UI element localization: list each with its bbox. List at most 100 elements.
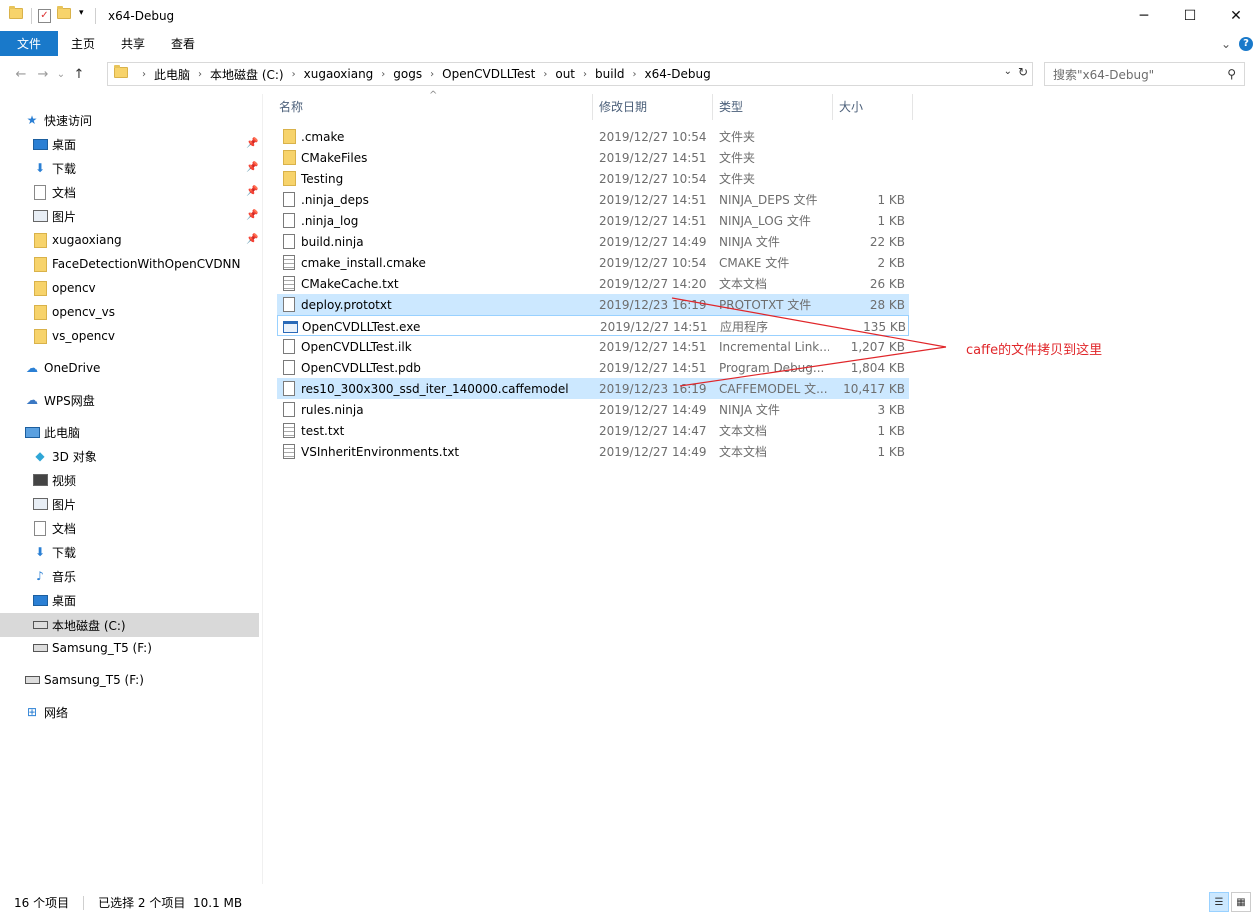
table-row[interactable]: OpenCVDLLTest.pdb 2019/12/27 14:51 Program… bbox=[277, 357, 909, 378]
column-header-type[interactable]: 类型 bbox=[719, 94, 829, 118]
forward-button[interactable]: → bbox=[32, 67, 54, 82]
sidebar-item-opencv[interactable]: opencv bbox=[32, 276, 96, 300]
pin-icon[interactable]: 📌 bbox=[246, 138, 258, 149]
pin-icon[interactable]: 📌 bbox=[246, 186, 258, 197]
sidebar-item-pictures[interactable]: 图片 bbox=[32, 204, 76, 228]
column-header-name[interactable]: 名称 bbox=[279, 94, 589, 118]
video-icon bbox=[32, 472, 48, 488]
sidebar-item-local-disk-c[interactable]: 本地磁盘 (C:) bbox=[0, 613, 259, 637]
file-name: CMakeFiles bbox=[281, 147, 591, 168]
sidebar-item-pc-desktop[interactable]: 桌面 bbox=[32, 588, 76, 612]
details-view-button[interactable]: ☰ bbox=[1209, 892, 1229, 912]
breadcrumb-item[interactable]: gogs bbox=[393, 67, 422, 81]
breadcrumb-item[interactable]: out bbox=[555, 67, 575, 81]
table-row[interactable]: Testing 2019/12/27 10:54 文件夹 bbox=[277, 168, 909, 189]
breadcrumb-item[interactable]: 本地磁盘 (C:) bbox=[210, 66, 284, 83]
table-row[interactable]: .ninja_log 2019/12/27 14:51 NINJA_LOG 文件 1 … bbox=[277, 210, 909, 231]
chevron-right-icon[interactable]: › bbox=[633, 69, 637, 80]
sidebar-item-wps[interactable]: ☁ WPS网盘 bbox=[24, 388, 95, 412]
tab-home[interactable]: 主页 bbox=[58, 31, 108, 56]
sidebar-item-downloads[interactable]: ⬇ 下载 bbox=[32, 156, 76, 180]
sidebar-item-xugaoxiang[interactable]: xugaoxiang bbox=[32, 228, 122, 252]
breadcrumb-item[interactable]: xugaoxiang bbox=[304, 67, 374, 81]
chevron-right-icon[interactable]: › bbox=[430, 69, 434, 80]
sidebar-item-opencv-vs[interactable]: opencv_vs bbox=[32, 300, 115, 324]
table-row[interactable]: CMakeCache.txt 2019/12/27 14:20 文本文档 26 KB bbox=[277, 273, 909, 294]
sidebar-item-this-pc[interactable]: 此电脑 bbox=[24, 420, 80, 444]
back-button[interactable]: ← bbox=[10, 67, 32, 82]
large-icons-view-button[interactable]: ▦ bbox=[1231, 892, 1251, 912]
search-input[interactable]: 搜索"x64-Debug" bbox=[1053, 66, 1154, 83]
tab-file[interactable]: 文件 bbox=[0, 31, 58, 56]
table-row[interactable]: build.ninja 2019/12/27 14:49 NINJA 文件 22 KB bbox=[277, 231, 909, 252]
up-button[interactable]: ↑ bbox=[68, 67, 90, 82]
table-row[interactable]: CMakeFiles 2019/12/27 14:51 文件夹 bbox=[277, 147, 909, 168]
star-icon: ★ bbox=[26, 113, 38, 127]
table-row[interactable]: OpenCVDLLTest.exe 2019/12/27 14:51 应用程序 135… bbox=[277, 315, 909, 336]
table-row[interactable]: VSInheritEnvironments.txt 2019/12/27 14:4… bbox=[277, 441, 909, 462]
table-row[interactable]: res10_300x300_ssd_iter_140000.caffemodel… bbox=[277, 378, 909, 399]
sidebar-item-quick-access[interactable]: ★ 快速访问 bbox=[24, 108, 92, 132]
sidebar-item-3d-objects[interactable]: ◆ 3D 对象 bbox=[32, 444, 96, 468]
table-row[interactable]: deploy.prototxt 2019/12/23 16:19 PROTOTXT … bbox=[277, 294, 909, 315]
sidebar-item-documents[interactable]: 文档 bbox=[32, 180, 76, 204]
chevron-right-icon[interactable]: › bbox=[583, 69, 587, 80]
sidebar-item-pc-downloads[interactable]: ⬇ 下载 bbox=[32, 540, 76, 564]
pin-icon[interactable]: 📌 bbox=[246, 234, 258, 245]
table-row[interactable]: OpenCVDLLTest.ilk 2019/12/27 14:51 Increme… bbox=[277, 336, 909, 357]
chevron-right-icon[interactable]: › bbox=[142, 69, 146, 80]
file-name-text: .ninja_deps bbox=[301, 192, 369, 207]
sidebar-item-desktop[interactable]: 桌面 bbox=[32, 132, 76, 156]
sidebar-item-facedetection[interactable]: FaceDetectionWithOpenCVDNN bbox=[32, 252, 241, 276]
sidebar-item-vs-opencv[interactable]: vs_opencv bbox=[32, 324, 115, 348]
file-name-text: Testing bbox=[301, 171, 344, 186]
help-icon[interactable]: ? bbox=[1239, 36, 1253, 51]
sidebar-item-onedrive[interactable]: ☁ OneDrive bbox=[24, 356, 100, 380]
sidebar-item-videos[interactable]: 视频 bbox=[32, 468, 76, 492]
search-icon[interactable]: ⚲ bbox=[1227, 67, 1236, 81]
table-row[interactable]: .cmake 2019/12/27 10:54 文件夹 bbox=[277, 126, 909, 147]
properties-icon[interactable]: ✓ bbox=[38, 8, 51, 23]
chevron-right-icon[interactable]: › bbox=[292, 69, 296, 80]
column-divider[interactable] bbox=[592, 94, 593, 120]
sidebar-item-music[interactable]: ♪ 音乐 bbox=[32, 564, 76, 588]
tab-share[interactable]: 共享 bbox=[108, 31, 158, 56]
breadcrumb-item[interactable]: 此电脑 bbox=[154, 66, 190, 83]
breadcrumb-item[interactable]: build bbox=[595, 67, 625, 81]
breadcrumb-item[interactable]: OpenCVDLLTest bbox=[442, 67, 535, 81]
recent-locations-button[interactable]: ⌄ bbox=[54, 69, 68, 80]
column-divider[interactable] bbox=[712, 94, 713, 120]
column-header-date[interactable]: 修改日期 bbox=[599, 94, 709, 118]
search-box[interactable]: 搜索"x64-Debug" ⚲ bbox=[1044, 62, 1245, 86]
table-row[interactable]: rules.ninja 2019/12/27 14:49 NINJA 文件 3 KB bbox=[277, 399, 909, 420]
new-folder-icon[interactable] bbox=[57, 5, 73, 24]
refresh-icon[interactable]: ↻ bbox=[1018, 65, 1028, 79]
address-dropdown-icon[interactable]: ⌄ bbox=[1004, 66, 1012, 77]
minimize-button[interactable]: ─ bbox=[1121, 0, 1167, 31]
sidebar-item-network[interactable]: ⊞ 网络 bbox=[24, 700, 68, 724]
sidebar-item-label: 视频 bbox=[52, 473, 77, 488]
sidebar-item-pc-documents[interactable]: 文档 bbox=[32, 516, 76, 540]
chevron-right-icon[interactable]: › bbox=[381, 69, 385, 80]
breadcrumb-item[interactable]: x64-Debug bbox=[645, 67, 711, 81]
expand-ribbon-icon[interactable]: ⌄ bbox=[1221, 37, 1231, 51]
tab-view[interactable]: 查看 bbox=[158, 31, 208, 56]
pin-icon[interactable]: 📌 bbox=[246, 162, 258, 173]
pin-icon[interactable]: 📌 bbox=[246, 210, 258, 221]
column-divider[interactable] bbox=[912, 94, 913, 120]
chevron-right-icon[interactable]: › bbox=[198, 69, 202, 80]
table-row[interactable]: test.txt 2019/12/27 14:47 文本文档 1 KB bbox=[277, 420, 909, 441]
sidebar-item-pc-pictures[interactable]: 图片 bbox=[32, 492, 76, 516]
column-divider[interactable] bbox=[832, 94, 833, 120]
address-bar[interactable]: › 此电脑 › 本地磁盘 (C:) › xugaoxiang › gogs › … bbox=[107, 62, 1033, 86]
table-row[interactable]: .ninja_deps 2019/12/27 14:51 NINJA_DEPS 文件… bbox=[277, 189, 909, 210]
customize-toolbar-icon[interactable]: ▾ bbox=[79, 8, 89, 24]
sidebar-item-samsung[interactable]: Samsung_T5 (F:) bbox=[24, 668, 144, 692]
sidebar-item-samsung-pc[interactable]: Samsung_T5 (F:) bbox=[32, 636, 152, 660]
maximize-button[interactable]: ☐ bbox=[1167, 0, 1213, 31]
chevron-right-icon[interactable]: › bbox=[543, 69, 547, 80]
close-button[interactable]: ✕ bbox=[1213, 0, 1259, 31]
column-header-size[interactable]: 大小 bbox=[839, 94, 909, 118]
table-row[interactable]: cmake_install.cmake 2019/12/27 10:54 CMAKE… bbox=[277, 252, 909, 273]
file-size bbox=[829, 126, 905, 147]
